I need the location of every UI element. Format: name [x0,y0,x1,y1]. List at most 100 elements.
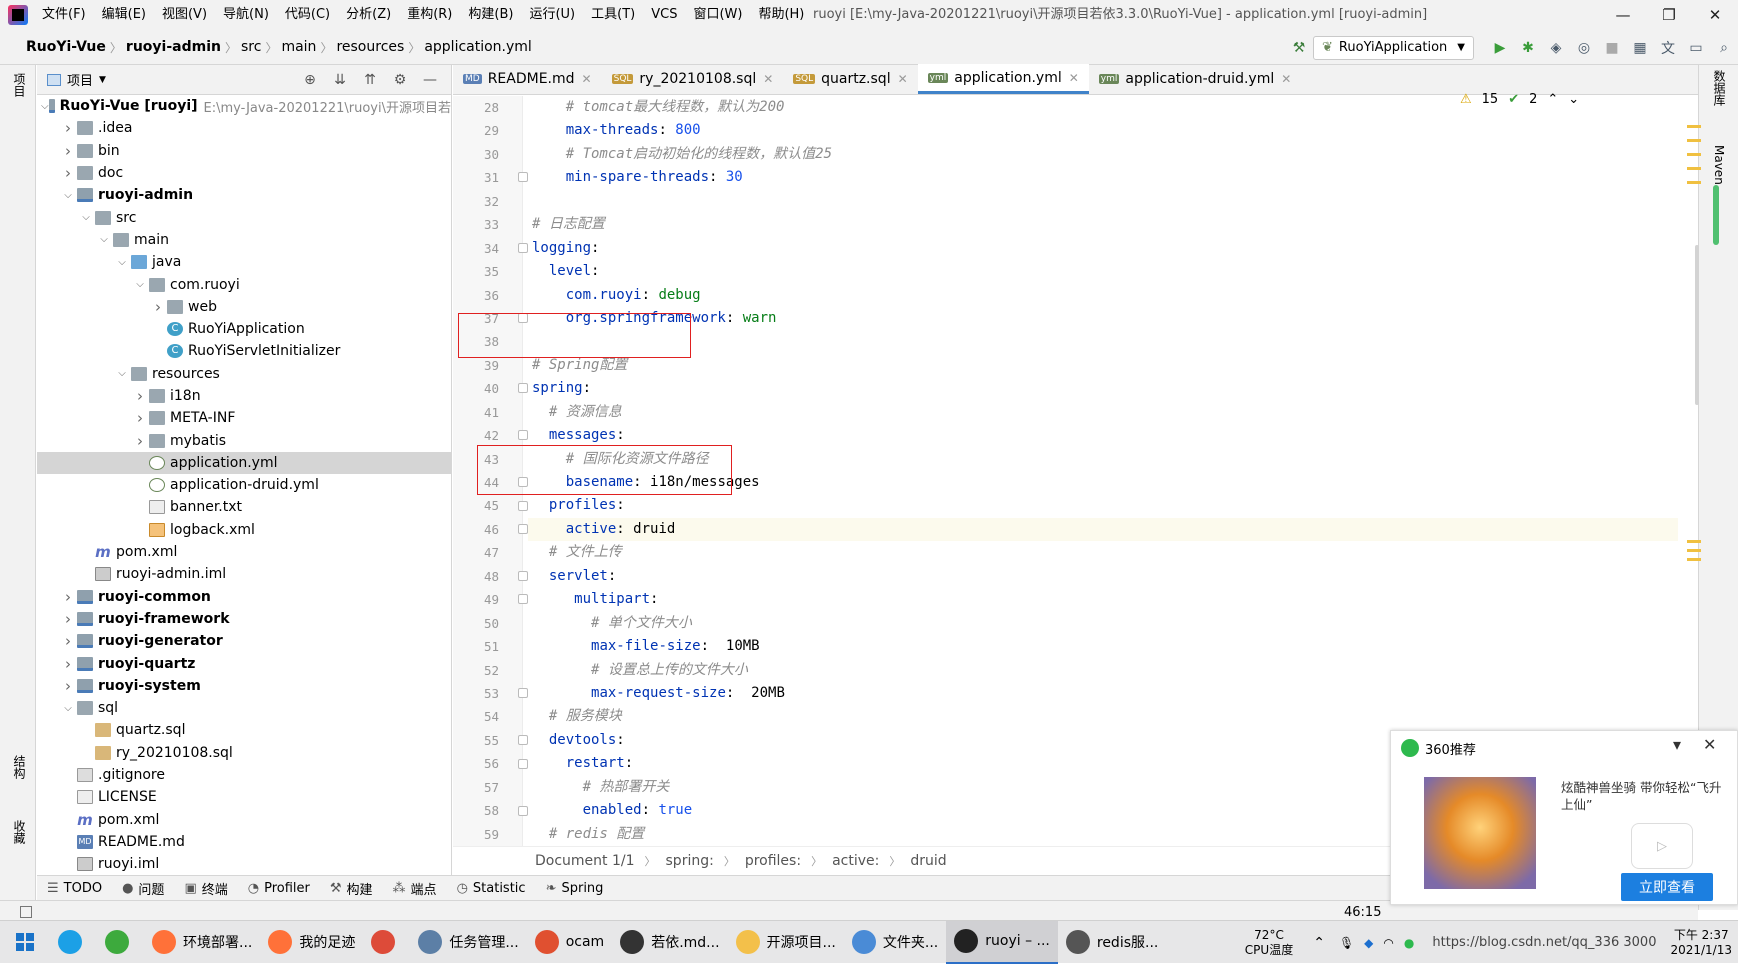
chevron-up-icon[interactable]: ⌃ [1313,935,1325,951]
chevron-right-icon[interactable]: › [131,409,149,427]
chevron-right-icon[interactable]: › [59,142,77,160]
project-structure-icon[interactable]: ▦ [1626,40,1654,56]
tree-item[interactable]: ⌵ java [37,251,451,273]
chevron-right-icon[interactable]: › [131,387,149,405]
tree-item[interactable]: LICENSE [37,786,451,808]
menu-item[interactable]: 代码(C) [277,0,338,30]
fold-marker-icon[interactable] [518,688,528,699]
tree-item[interactable]: application-druid.yml [37,474,451,496]
tree-item[interactable]: ⌵ sql [37,697,451,719]
fold-marker-icon[interactable] [518,172,528,183]
tree-item[interactable]: banner.txt [37,496,451,518]
editor-breadcrumb-item[interactable]: druid [910,853,946,869]
profile-icon[interactable]: ◎ [1570,40,1598,56]
taskbar-app[interactable]: 开源项目... [728,921,844,964]
tree-item[interactable]: › bin [37,140,451,162]
tree-item[interactable]: › ruoyi-generator [37,630,451,652]
tool-window-button[interactable]: ⁂ 端点 [383,879,447,898]
breadcrumb-item[interactable]: application.yml [420,39,536,55]
code-line[interactable]: # 文件上传 [528,541,1678,564]
fold-marker-icon[interactable] [518,805,528,816]
menu-item[interactable]: VCS [643,0,685,30]
code-line[interactable]: # 服务模块 [528,705,1678,728]
menu-item[interactable]: 重构(R) [399,0,460,30]
tree-item[interactable]: › ruoyi-common [37,586,451,608]
ad-image[interactable] [1424,777,1536,889]
fold-marker-icon[interactable] [518,242,528,253]
shield-icon[interactable]: ◆ [1364,936,1373,950]
chevron-down-icon[interactable]: ▾ [1673,735,1681,754]
code-line[interactable] [528,190,1678,213]
tool-window-button[interactable]: ◔ Profiler [238,881,320,896]
tree-item[interactable]: ⌵ src [37,206,451,228]
close-icon[interactable]: ✕ [763,72,773,86]
run-icon[interactable]: ▶ [1486,40,1514,56]
fold-marker-icon[interactable] [518,500,528,511]
chevron-down-icon[interactable]: ▼ [99,75,106,85]
close-icon[interactable]: ✕ [582,72,592,86]
ad-cta-button[interactable]: 立即查看 [1621,873,1713,901]
code-line[interactable]: logging: [528,237,1678,260]
tree-item[interactable]: ruoyi.iml [37,853,451,875]
close-icon[interactable]: ✕ [898,72,908,86]
tree-item[interactable]: › .idea [37,117,451,139]
tree-item[interactable]: application.yml [37,451,451,475]
taskbar-app[interactable]: 若依.md... [612,921,727,964]
search-icon[interactable]: ⌕ [1710,40,1738,56]
fold-marker-icon[interactable] [518,735,528,746]
chevron-down-icon[interactable]: ⌵ [77,212,95,223]
debug-icon[interactable]: ✱ [1514,40,1542,56]
code-line[interactable]: level: [528,260,1678,283]
start-button[interactable] [0,921,50,964]
editor-breadcrumb-item[interactable]: spring: [666,853,714,869]
close-window-button[interactable]: ✕ [1692,0,1738,30]
tree-item[interactable]: MD README.md [37,831,451,853]
taskbar-app[interactable]: 任务管理... [410,921,526,964]
taskbar-app[interactable] [363,921,410,964]
code-line[interactable]: spring: [528,377,1678,400]
menu-item[interactable]: 工具(T) [583,0,643,30]
menu-item[interactable]: 帮助(H) [750,0,812,30]
code-line[interactable]: max-threads: 800 [528,119,1678,142]
tree-item[interactable]: quartz.sql [37,719,451,741]
menu-item[interactable]: 导航(N) [215,0,277,30]
chevron-down-icon[interactable]: ⌵ [113,368,131,379]
fold-marker-icon[interactable] [518,430,528,441]
play-icon[interactable]: ▷ [1631,823,1693,869]
menu-item[interactable]: 分析(Z) [338,0,399,30]
code-line[interactable]: min-spare-threads: 30 [528,166,1678,189]
restore-button[interactable]: ❐ [1646,0,1692,30]
translate-icon[interactable]: 文 [1654,38,1682,58]
chevron-right-icon[interactable]: › [59,119,77,137]
taskbar-app[interactable]: ruoyi – ... [946,920,1058,964]
tree-item[interactable]: › i18n [37,385,451,407]
close-icon[interactable]: ✕ [1281,72,1291,86]
code-line[interactable]: # 单个文件大小 [528,612,1678,635]
editor-breadcrumb-item[interactable]: profiles: [745,853,801,869]
code-line[interactable]: profiles: [528,494,1678,517]
menu-item[interactable]: 构建(B) [460,0,521,30]
breadcrumb-item[interactable]: resources [332,39,408,55]
tool-window-button[interactable]: ▣ 终端 [174,879,237,898]
taskbar-app[interactable]: 环境部署... [144,921,260,964]
tree-item[interactable]: ⌵ main [37,229,451,251]
run-config-select[interactable]: ❦ RuoYiApplication ▼ [1313,35,1474,60]
taskbar-app[interactable]: redis服... [1058,921,1166,964]
favorites-tool-label[interactable]: 收藏 [10,820,28,844]
fold-marker-icon[interactable] [518,383,528,394]
menu-item[interactable]: 视图(V) [154,0,215,30]
tree-item[interactable]: › ruoyi-framework [37,608,451,630]
project-panel-title[interactable]: 项目 [67,70,93,89]
project-tool-label[interactable]: 项目 [10,73,28,97]
tree-item[interactable]: ry_20210108.sql [37,742,451,764]
tree-item[interactable]: ⌵ ruoyi-admin [37,184,451,206]
chevron-down-icon[interactable]: ⌵ [59,190,77,201]
tree-item[interactable]: logback.xml [37,519,451,541]
close-icon[interactable]: ✕ [1703,735,1716,754]
layout-icon[interactable] [20,906,32,918]
taskbar-app[interactable]: ocam [527,921,612,964]
code-line[interactable]: # 日志配置 [528,213,1678,236]
menu-item[interactable]: 窗口(W) [685,0,750,30]
editor-breadcrumb-item[interactable]: active: [832,853,879,869]
chevron-right-icon[interactable]: › [59,632,77,650]
